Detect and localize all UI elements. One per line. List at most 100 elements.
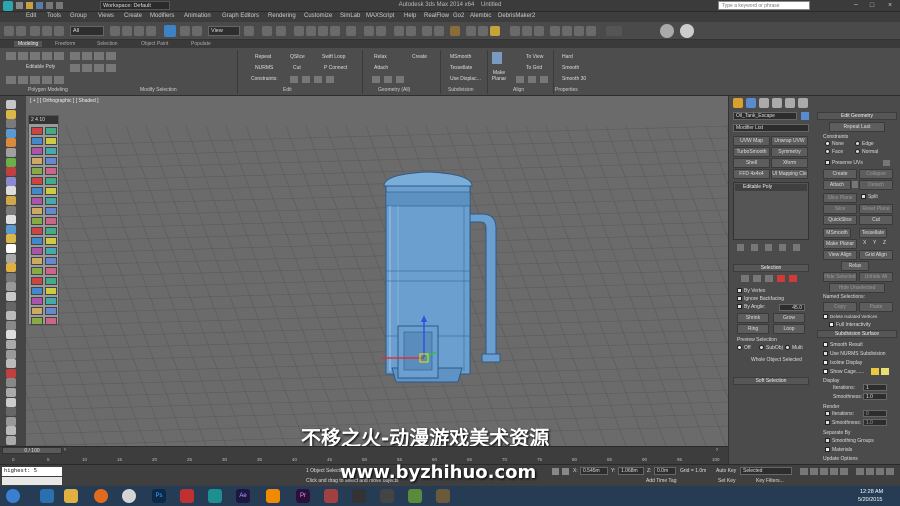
use-displacement-button[interactable]: Use Displac...: [450, 76, 481, 82]
clock-time[interactable]: 12:28 AM: [860, 489, 883, 495]
msmooth-geometry-button[interactable]: MSmooth: [823, 228, 851, 238]
menu-graph-editors[interactable]: Graph Editors: [222, 13, 259, 19]
modifier-button-turbosmooth[interactable]: TurboSmooth: [733, 147, 770, 157]
create-geometry-button[interactable]: Create: [823, 169, 857, 179]
make-planar-icon[interactable]: [492, 52, 502, 64]
axis-x-button[interactable]: X: [863, 240, 866, 246]
hard-button[interactable]: Hard: [562, 54, 573, 60]
p-connect-button[interactable]: P Connect: [324, 65, 347, 71]
shrink-button[interactable]: Shrink: [737, 313, 769, 323]
constraint-none-radio[interactable]: None: [825, 141, 844, 147]
quickslice-button[interactable]: QuickSlice: [823, 215, 857, 225]
left-tool-icon[interactable]: [6, 368, 16, 378]
floating-panel-icon[interactable]: [31, 197, 43, 205]
plugin-icon-6[interactable]: [574, 26, 584, 36]
cut-button[interactable]: Cut: [293, 65, 301, 71]
z-coord-field[interactable]: 0.0m: [654, 467, 676, 475]
left-tool-icon[interactable]: [6, 109, 16, 119]
create-button[interactable]: Create: [412, 54, 427, 60]
menu-customize[interactable]: Customize: [304, 13, 332, 19]
floating-panel-icon[interactable]: [31, 227, 43, 235]
align-axis-y-icon[interactable]: [528, 76, 536, 83]
by-vertex-option[interactable]: By Vertex: [737, 288, 765, 294]
display-tab-icon[interactable]: [785, 98, 795, 108]
left-tool-icon[interactable]: [6, 301, 16, 311]
constraint-face-radio[interactable]: Face: [825, 149, 843, 155]
modify-fill-icon[interactable]: [82, 64, 92, 72]
modify-loop-icon[interactable]: [70, 52, 80, 60]
cut-geometry-button[interactable]: Cut: [859, 215, 893, 225]
unlink-icon[interactable]: [42, 26, 52, 36]
constraint-normal-icon[interactable]: [326, 76, 334, 83]
subobject-border-icon[interactable]: [30, 52, 40, 60]
border-mode-icon[interactable]: [765, 275, 773, 282]
floating-panel-icon[interactable]: [45, 237, 57, 245]
tessellate-geometry-button[interactable]: Tessellate: [859, 228, 887, 238]
menu-views[interactable]: Views: [98, 13, 114, 19]
floating-panel-icon[interactable]: [45, 227, 57, 235]
utilities-tab-icon[interactable]: [798, 98, 808, 108]
named-selection-icon[interactable]: [346, 26, 356, 36]
lock-selection-icon[interactable]: [552, 468, 559, 475]
to-view-button[interactable]: To View: [526, 54, 543, 60]
app-icon-play[interactable]: [380, 489, 394, 503]
zbrush-icon[interactable]: [352, 489, 366, 503]
use-nurms-option[interactable]: Use NURMS Subdivision: [823, 351, 886, 357]
tool-icon-d[interactable]: [42, 76, 52, 84]
premiere-icon[interactable]: Pr: [296, 489, 310, 503]
next-frame-icon[interactable]: ›: [716, 447, 722, 454]
floating-panel-icon[interactable]: [45, 167, 57, 175]
maximize-icon[interactable]: □: [866, 2, 878, 10]
floating-panel-icon[interactable]: [31, 307, 43, 315]
graphite-toggle-icon[interactable]: [406, 26, 416, 36]
floating-panel-icon[interactable]: [45, 277, 57, 285]
firefox-icon[interactable]: [94, 489, 108, 503]
smooth-button[interactable]: Smooth: [562, 65, 579, 71]
selection-rollout[interactable]: Selection: [733, 264, 809, 272]
floating-panel-icon[interactable]: [45, 247, 57, 255]
prev-frame-icon[interactable]: ‹: [64, 447, 70, 454]
align-axis-z-icon[interactable]: [540, 76, 548, 83]
explorer-icon[interactable]: [40, 489, 54, 503]
preserve-uvs-option[interactable]: Preserve UVs: [825, 160, 863, 166]
floating-panel-icon[interactable]: [45, 147, 57, 155]
left-tool-icon[interactable]: [6, 292, 16, 301]
floating-panel-icon[interactable]: [45, 307, 57, 315]
relax-button[interactable]: Relax: [374, 54, 387, 60]
hide-selected-button[interactable]: Hide Selected: [823, 272, 857, 282]
make-planar-geometry-button[interactable]: Make Planar: [823, 239, 857, 249]
floating-panel-icon[interactable]: [31, 147, 43, 155]
snaps-toggle-icon[interactable]: [294, 26, 304, 36]
subdivision-surface-rollout[interactable]: Subdivision Surface: [817, 330, 897, 338]
floating-panel-icon[interactable]: [31, 217, 43, 225]
modify-grow-icon[interactable]: [94, 52, 104, 60]
menu-rendering[interactable]: Rendering: [268, 13, 296, 19]
select-scale-icon[interactable]: [192, 26, 202, 36]
floating-panel-icon[interactable]: [31, 247, 43, 255]
left-tool-icon[interactable]: [6, 426, 16, 436]
full-interactivity-option[interactable]: Full Interactivity: [829, 322, 871, 328]
edit-geometry-rollout[interactable]: Edit Geometry: [817, 112, 897, 120]
floating-panel-icon[interactable]: [45, 197, 57, 205]
file-explorer-icon[interactable]: [64, 489, 78, 503]
next-key-icon[interactable]: [830, 468, 838, 475]
menu-simlab[interactable]: SimLab: [340, 13, 360, 19]
hierarchy-tab-icon[interactable]: [759, 98, 769, 108]
ignore-backfacing-option[interactable]: Ignore Backfacing: [737, 296, 784, 302]
geometry-tool-icon-2[interactable]: [384, 76, 392, 83]
angle-snap-icon[interactable]: [306, 26, 316, 36]
render-smoothness-spinner[interactable]: 1.0: [863, 419, 887, 426]
soft-selection-rollout[interactable]: Soft Selection: [733, 377, 809, 385]
left-tool-icon[interactable]: [6, 167, 16, 177]
modifier-button-unwrap-uvw[interactable]: Unwrap UVW: [771, 136, 808, 146]
after-effects-icon[interactable]: Ae: [236, 489, 250, 503]
modifier-button-uvw-map[interactable]: UVW Map: [733, 136, 770, 146]
ring-button[interactable]: Ring: [737, 324, 769, 334]
window-crossing-icon[interactable]: [146, 26, 156, 36]
polygon-mode-icon[interactable]: [777, 275, 785, 282]
show-end-result-icon[interactable]: [751, 244, 758, 251]
modifier-list-dropdown[interactable]: Modifier List: [733, 124, 809, 132]
element-mode-icon[interactable]: [789, 275, 797, 282]
start-button-icon[interactable]: [6, 489, 20, 503]
curve-editor-icon[interactable]: [422, 26, 432, 36]
